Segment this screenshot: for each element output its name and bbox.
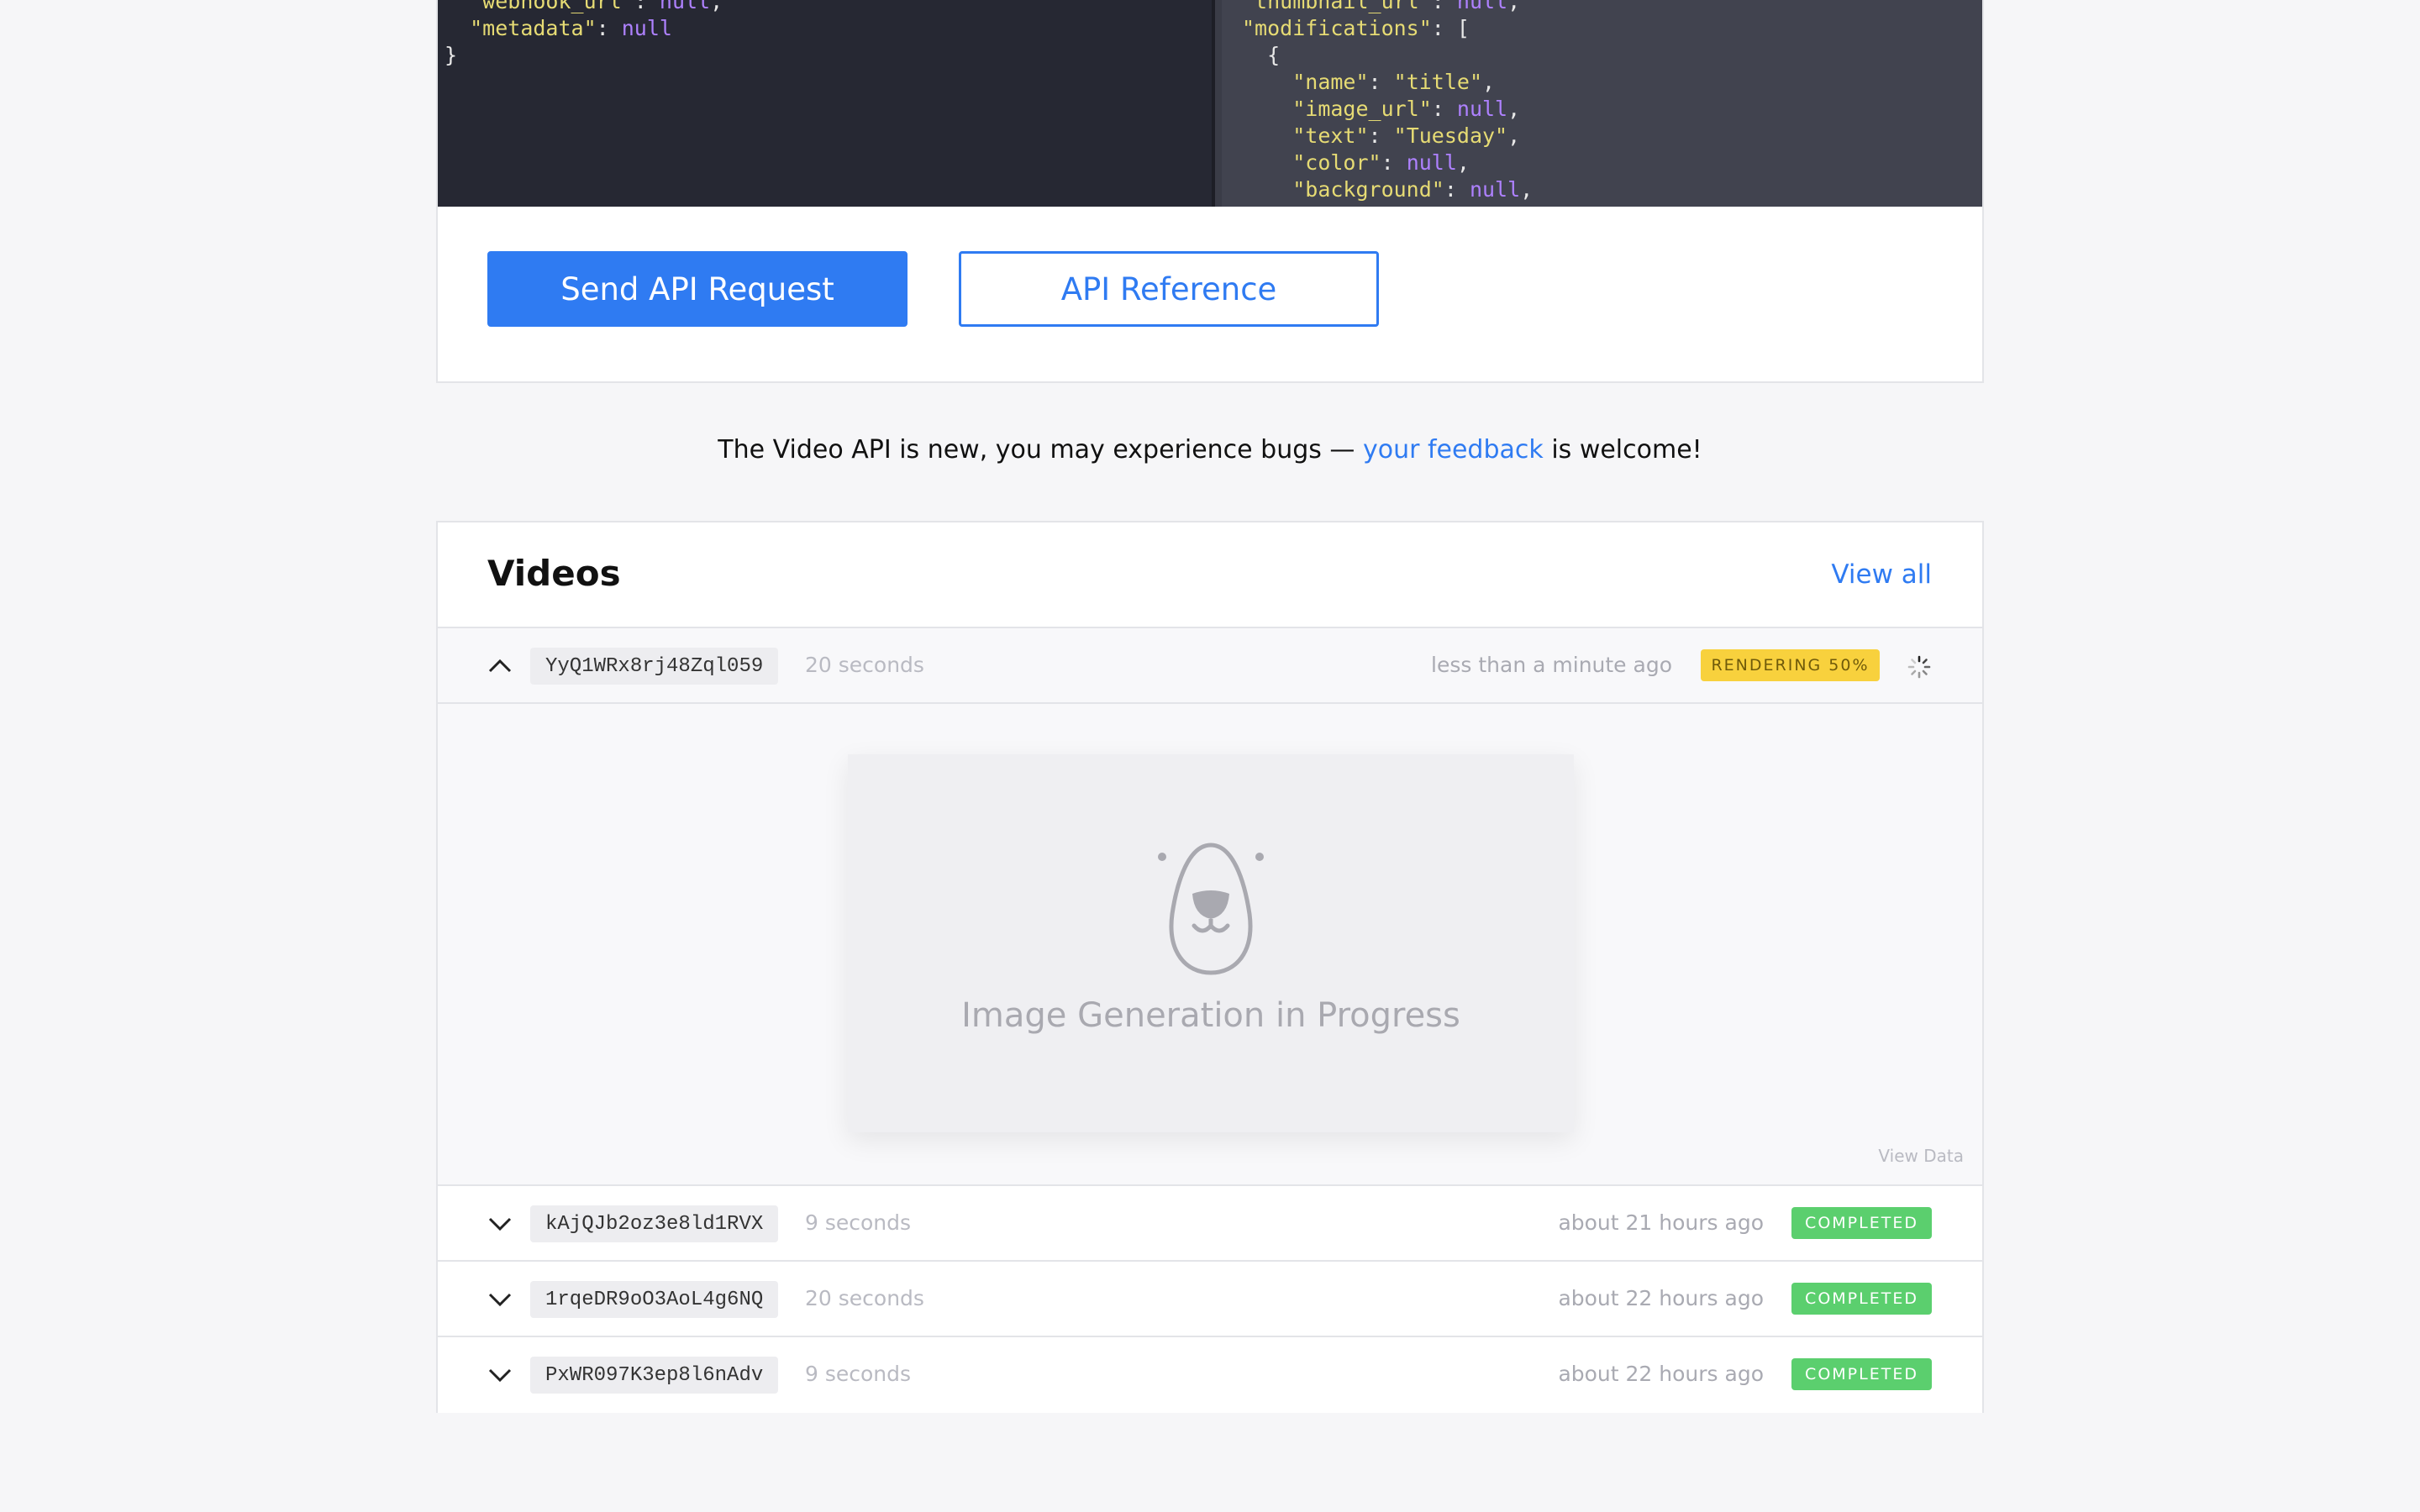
chevron-down-icon[interactable] (485, 1209, 515, 1239)
send-api-request-button[interactable]: Send API Request (487, 251, 908, 327)
video-duration: 9 seconds (805, 1210, 912, 1235)
chevron-down-icon[interactable] (485, 1360, 515, 1390)
spinner-icon (1907, 655, 1931, 679)
video-placeholder: Image Generation in Progress (848, 754, 1574, 1132)
code-line: "modifications": [ (1242, 16, 1470, 40)
video-id[interactable]: YyQ1WRx8rj48Zql059 (530, 648, 779, 685)
code-line: "thumbnail_url": null, (1242, 0, 1521, 13)
api-reference-button[interactable]: API Reference (959, 251, 1379, 327)
video-row[interactable]: YyQ1WRx8rj48Zql059 20 seconds less than … (438, 628, 1982, 704)
notice-text: The Video API is new, you may experience… (718, 435, 1363, 465)
video-duration: 9 seconds (805, 1362, 912, 1386)
videos-header: Videos View all (438, 522, 1982, 628)
video-created-ago: about 21 hours ago (1558, 1210, 1764, 1235)
code-line: "webhook_url": null, (470, 0, 723, 13)
request-json-editor[interactable]: "webhook_url": null, "metadata": null } (438, 0, 1212, 207)
video-id[interactable]: 1rqeDR9oO3AoL4g6NQ (530, 1281, 779, 1318)
code-panels: "webhook_url": null, "metadata": null } … (438, 0, 1982, 207)
code-line: { (1267, 43, 1281, 67)
video-id[interactable]: kAjQJb2oz3e8ld1RVX (530, 1205, 779, 1242)
code-line: "image_url": null, (1292, 97, 1521, 121)
videos-card: Videos View all YyQ1WRx8rj48Zql059 20 se… (436, 521, 1984, 1413)
code-line: "metadata": null (470, 16, 672, 40)
chevron-down-icon[interactable] (485, 1284, 515, 1315)
placeholder-text: Image Generation in Progress (961, 996, 1460, 1035)
feedback-link[interactable]: your feedback (1363, 435, 1544, 465)
video-duration: 20 seconds (805, 653, 924, 677)
video-preview-panel: Image Generation in Progress View Data (438, 704, 1982, 1186)
code-line: "text": "Tuesday", (1292, 123, 1521, 148)
code-line: "name": "title", (1292, 70, 1496, 94)
video-created-ago: about 22 hours ago (1558, 1362, 1764, 1386)
videos-title: Videos (487, 553, 621, 594)
status-badge: COMPLETED (1791, 1207, 1932, 1239)
video-id[interactable]: PxWR097K3ep8l6nAdv (530, 1357, 779, 1394)
video-created-ago: less than a minute ago (1431, 653, 1672, 677)
video-created-ago: about 22 hours ago (1558, 1286, 1764, 1310)
scrollbar[interactable] (1215, 0, 1222, 207)
chevron-up-icon[interactable] (485, 651, 515, 681)
response-json-viewer[interactable]: "thumbnail_url": null, "modifications": … (1212, 0, 1982, 207)
status-badge: COMPLETED (1791, 1283, 1932, 1315)
status-badge: COMPLETED (1791, 1358, 1932, 1390)
status-badge: RENDERING 50% (1701, 649, 1880, 681)
code-line: "background": null, (1292, 177, 1534, 202)
video-duration: 20 seconds (805, 1286, 924, 1310)
beta-notice: The Video API is new, you may experience… (0, 435, 2420, 465)
view-all-link[interactable]: View all (1831, 559, 1932, 590)
api-request-card: "webhook_url": null, "metadata": null } … (436, 0, 1984, 383)
view-data-link[interactable]: View Data (1878, 1146, 1964, 1166)
code-line: "color": null, (1292, 150, 1470, 175)
bear-face-icon (1158, 843, 1264, 975)
video-row[interactable]: PxWR097K3ep8l6nAdv 9 seconds about 22 ho… (438, 1337, 1982, 1413)
notice-text-end: is welcome! (1543, 435, 1702, 465)
video-row[interactable]: kAjQJb2oz3e8ld1RVX 9 seconds about 21 ho… (438, 1186, 1982, 1262)
video-row[interactable]: 1rqeDR9oO3AoL4g6NQ 20 seconds about 22 h… (438, 1262, 1982, 1337)
code-line: } (445, 43, 458, 67)
